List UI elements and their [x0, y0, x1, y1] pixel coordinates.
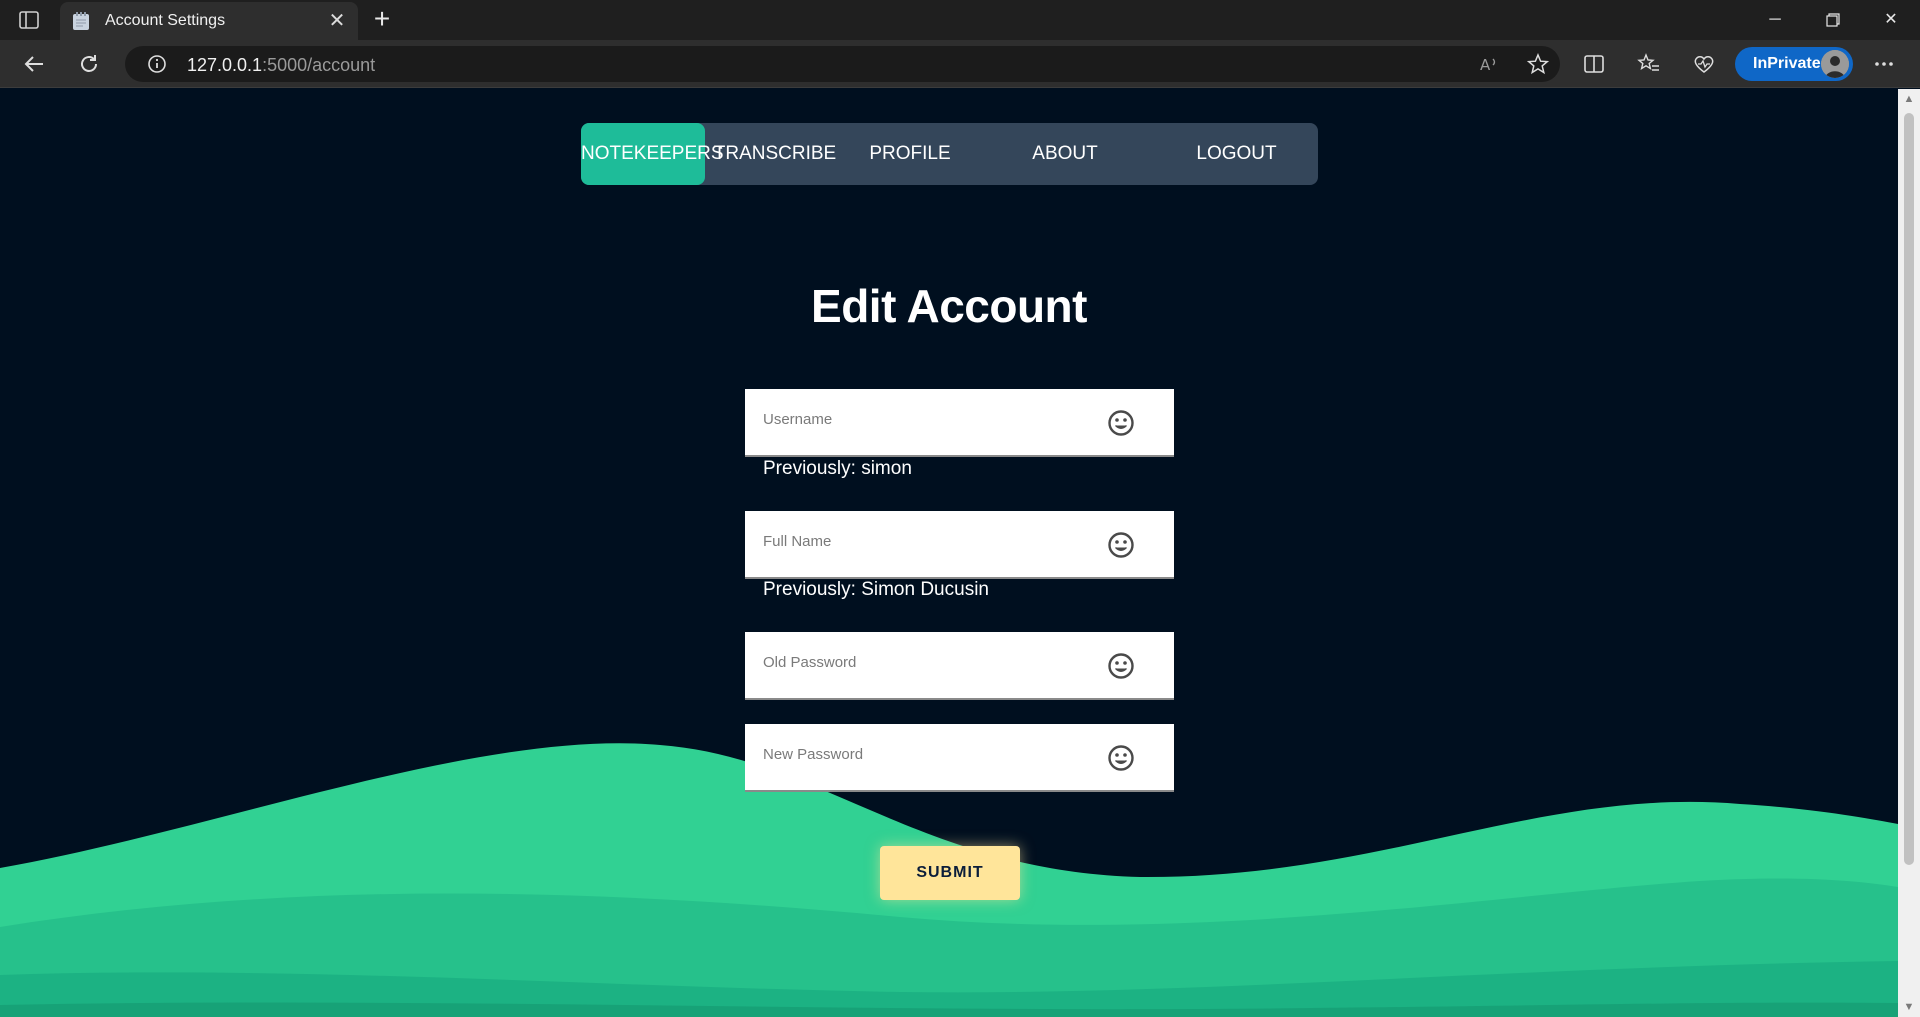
full-name-previous: Previously: Simon Ducusin	[763, 579, 989, 600]
inprivate-label: InPrivate	[1753, 55, 1821, 72]
tab-actions-icon[interactable]	[18, 10, 40, 30]
smiley-icon	[1108, 410, 1134, 436]
submit-button[interactable]: SUBMIT	[880, 846, 1020, 900]
username-previous: Previously: simon	[763, 458, 912, 479]
address-bar[interactable]: 127.0.0.1:5000/account A	[125, 46, 1560, 82]
close-tab-icon[interactable]: ✕	[326, 10, 348, 32]
nav-item-notekeepers[interactable]: NOTEKEEPERS	[581, 123, 724, 185]
url-text[interactable]: 127.0.0.1:5000/account	[187, 55, 375, 76]
nav-item-logout[interactable]: LOGOUT	[1155, 123, 1318, 185]
minimize-icon[interactable]: ─	[1752, 4, 1798, 36]
scroll-up-icon[interactable]: ▲	[1903, 93, 1915, 105]
browser-essentials-icon[interactable]	[1688, 48, 1720, 80]
back-icon[interactable]	[18, 48, 50, 80]
split-screen-icon[interactable]	[1578, 48, 1610, 80]
url-host: 127.0.0.1	[187, 55, 263, 75]
site-info-icon[interactable]	[147, 54, 167, 74]
username-field[interactable]: Username	[745, 389, 1174, 457]
nav-item-about[interactable]: ABOUT	[975, 123, 1155, 185]
restore-icon[interactable]	[1810, 4, 1856, 36]
page-content: NOTEKEEPERS TRANSCRIBE PROFILE ABOUT LOG…	[0, 89, 1898, 1017]
favorite-star-icon[interactable]	[1522, 48, 1554, 80]
old-password-field[interactable]: Old Password	[745, 632, 1174, 700]
page-title: Edit Account	[811, 280, 1087, 332]
more-options-icon[interactable]	[1868, 48, 1900, 80]
refresh-icon[interactable]	[73, 48, 105, 80]
inprivate-button[interactable]: InPrivate	[1735, 47, 1853, 81]
browser-toolbar: 127.0.0.1:5000/account A InPrivate	[0, 40, 1920, 88]
nav-item-transcribe[interactable]: TRANSCRIBE	[705, 123, 845, 185]
scrollbar-thumb[interactable]	[1904, 113, 1914, 865]
browser-titlebar: Account Settings ✕ + ─ ✕	[0, 0, 1920, 40]
profile-avatar	[1821, 50, 1849, 78]
main-nav: NOTEKEEPERS TRANSCRIBE PROFILE ABOUT LOG…	[581, 123, 1318, 185]
page-scrollbar[interactable]: ▲ ▼	[1898, 89, 1920, 1017]
notepad-icon	[72, 11, 90, 31]
favorites-icon[interactable]	[1633, 48, 1665, 80]
new-tab-icon[interactable]: +	[368, 5, 396, 34]
svg-text:A: A	[1480, 56, 1491, 74]
smiley-icon	[1108, 745, 1134, 771]
smiley-icon	[1108, 532, 1134, 558]
smiley-icon	[1108, 653, 1134, 679]
browser-tab[interactable]: Account Settings ✕	[60, 2, 358, 40]
tab-title: Account Settings	[105, 12, 226, 29]
full-name-field[interactable]: Full Name	[745, 511, 1174, 579]
close-window-icon[interactable]: ✕	[1868, 4, 1914, 36]
read-aloud-icon[interactable]: A	[1473, 48, 1505, 80]
new-password-field[interactable]: New Password	[745, 724, 1174, 792]
scroll-down-icon[interactable]: ▼	[1903, 1001, 1915, 1013]
nav-item-profile[interactable]: PROFILE	[845, 123, 975, 185]
url-path: :5000/account	[262, 55, 376, 75]
